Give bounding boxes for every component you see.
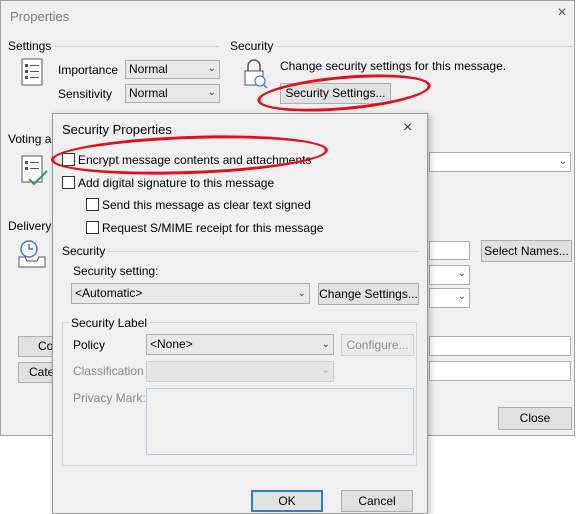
configure-button[interactable]: Configure... <box>341 334 414 356</box>
categories-field[interactable] <box>429 361 571 381</box>
close-icon[interactable]: × <box>403 119 412 137</box>
delivery-dropdown-1[interactable]: ⌄ <box>429 265 470 285</box>
clear-text-checkbox[interactable] <box>86 198 99 211</box>
lock-icon <box>244 59 268 89</box>
ok-button[interactable]: OK <box>251 490 323 512</box>
security-label-section: Security Label <box>69 316 150 330</box>
settings-divider <box>53 46 219 47</box>
chevron-down-icon: ⌄ <box>457 291 466 302</box>
window-title: Properties <box>10 9 70 24</box>
sensitivity-label: Sensitivity <box>58 87 113 101</box>
voting-group-label: Voting ar <box>8 132 56 146</box>
close-button[interactable]: Close <box>498 407 572 430</box>
chevron-down-icon: ⌄ <box>457 268 466 279</box>
properties-icon <box>21 58 43 86</box>
privacy-mark-field[interactable] <box>146 388 414 455</box>
smime-receipt-label: Request S/MIME receipt for this message <box>102 221 324 235</box>
sensitivity-value: Normal <box>129 86 168 100</box>
delivery-dropdown-2[interactable]: ⌄ <box>429 288 470 308</box>
security-setting-value: <Automatic> <box>75 286 143 300</box>
chevron-down-icon: ⌄ <box>207 87 216 98</box>
policy-dropdown[interactable]: <None> ⌄ <box>146 334 334 355</box>
settings-group-label: Settings <box>8 39 52 53</box>
security-description: Change security settings for this messag… <box>280 59 507 73</box>
cancel-button[interactable]: Cancel <box>341 490 413 512</box>
policy-value: <None> <box>150 337 193 351</box>
policy-label: Policy <box>73 338 106 352</box>
importance-value: Normal <box>129 62 168 76</box>
chevron-down-icon: ⌄ <box>207 63 216 74</box>
smime-receipt-checkbox[interactable] <box>86 221 99 234</box>
select-names-button[interactable]: Select Names... <box>481 240 572 262</box>
security-section-divider <box>108 251 418 252</box>
security-group-label: Security <box>230 39 274 53</box>
voting-dropdown[interactable]: ⌄ <box>429 152 571 172</box>
digital-signature-label: Add digital signature to this message <box>78 176 275 190</box>
privacy-mark-label: Privacy Mark: <box>73 391 146 405</box>
delivery-address-field[interactable] <box>429 241 470 260</box>
importance-label: Importance <box>58 63 119 77</box>
importance-dropdown[interactable]: Normal ⌄ <box>125 60 220 79</box>
security-setting-label: Security setting: <box>73 264 159 278</box>
security-setting-dropdown[interactable]: <Automatic> ⌄ <box>71 283 310 304</box>
chevron-down-icon: ⌄ <box>297 288 306 299</box>
contacts-field[interactable] <box>429 336 571 356</box>
dialog-title: Security Properties <box>62 122 172 137</box>
sensitivity-dropdown[interactable]: Normal ⌄ <box>125 84 220 103</box>
chevron-down-icon: ⌄ <box>321 339 330 350</box>
security-section-label: Security <box>62 244 106 258</box>
chevron-down-icon: ⌄ <box>321 365 330 376</box>
close-icon[interactable]: × <box>554 5 570 21</box>
classification-label: Classification <box>73 364 144 378</box>
clear-text-label: Send this message as clear text signed <box>102 198 311 212</box>
voting-icon <box>21 155 48 186</box>
digital-signature-checkbox[interactable] <box>62 176 75 189</box>
delivery-tray-icon <box>18 240 46 268</box>
change-settings-button[interactable]: Change Settings... <box>318 283 419 305</box>
classification-dropdown[interactable]: ⌄ <box>146 361 334 382</box>
security-divider <box>277 46 575 47</box>
chevron-down-icon: ⌄ <box>558 156 567 167</box>
